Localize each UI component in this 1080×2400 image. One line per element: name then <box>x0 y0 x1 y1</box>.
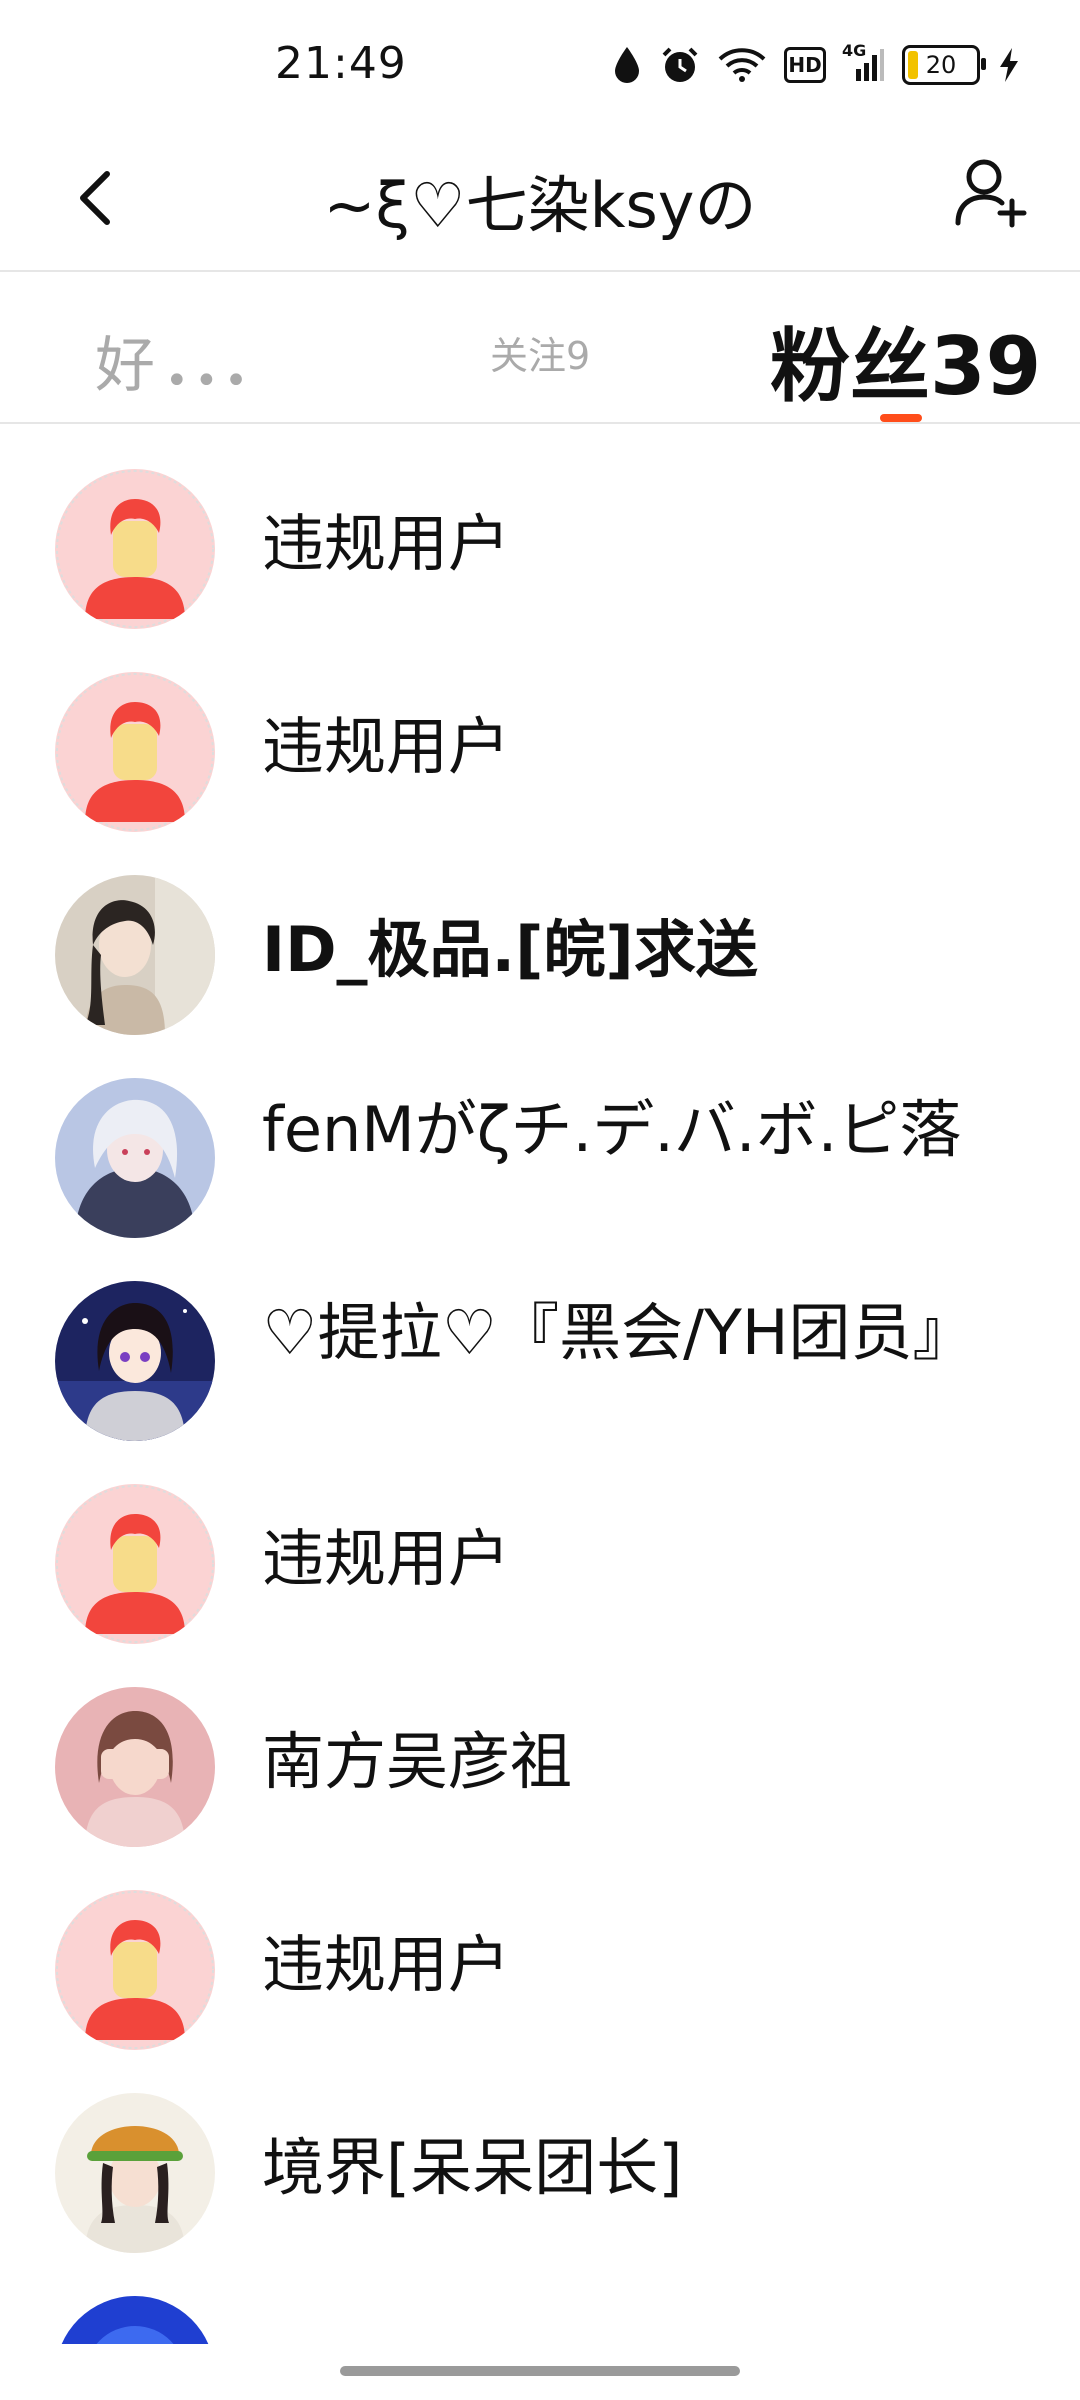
fan-nickname: 违规用户 <box>262 1928 511 2001</box>
fan-list[interactable]: 违规用户 违规用户 ID_极品.[皖]求送 fenMがζチ.デ.バ.ボ.ピ落 ♡… <box>0 424 1080 2344</box>
fan-nickname: 南方吴彦祖 <box>262 1725 573 1798</box>
battery-tip <box>981 58 986 70</box>
signal-icon: 4G <box>842 41 884 83</box>
fan-nickname: fenMがζチ.デ.バ.ボ.ピ落 <box>262 1093 962 1166</box>
water-drop-icon <box>612 45 642 85</box>
avatar[interactable] <box>55 1078 215 1238</box>
list-item[interactable]: 违规用户 <box>0 627 1080 832</box>
tab-active-indicator <box>880 414 922 422</box>
avatar[interactable] <box>55 1687 215 1847</box>
fan-nickname: ♡提拉♡『黑会/YH团员』 <box>262 1296 975 1369</box>
tab-bar: 好 ••• 关注9 粉丝39 <box>0 272 1080 424</box>
fan-nickname: ID_极品.[皖]求送 <box>262 913 758 986</box>
status-time: 21:49 <box>275 38 407 89</box>
list-item[interactable]: ID_极品.[皖]求送 <box>0 830 1080 1035</box>
charging-icon <box>998 47 1020 83</box>
status-bar: 21:49 HD 4G 20 <box>0 0 1080 130</box>
title-bar: ~ξ♡七染ksyの <box>0 130 1080 272</box>
status-icons: HD 4G 20 <box>612 40 1020 90</box>
alarm-icon <box>660 45 700 85</box>
add-user-icon <box>952 155 1028 235</box>
home-indicator[interactable] <box>340 2366 740 2376</box>
list-item[interactable]: 南方吴彦祖 <box>0 1642 1080 1847</box>
battery-level <box>908 51 918 79</box>
avatar[interactable] <box>55 2296 215 2344</box>
list-item[interactable]: fenMがζチ.デ.バ.ボ.ピ落 <box>0 1033 1080 1238</box>
avatar[interactable] <box>55 1890 215 2050</box>
avatar[interactable] <box>55 2093 215 2253</box>
avatar[interactable] <box>55 875 215 1035</box>
list-item[interactable]: ♡提拉♡『黑会/YH团员』 <box>0 1236 1080 1441</box>
list-item[interactable]: 违规用户 <box>0 1845 1080 2050</box>
tab-friends-label: 好 <box>95 331 155 401</box>
chevron-left-icon <box>75 168 115 232</box>
add-friend-button[interactable] <box>945 150 1035 240</box>
fan-nickname: 违规用户 <box>262 1522 511 1595</box>
tab-following-label: 关注9 <box>490 333 591 378</box>
tab-fans-label: 粉丝39 <box>770 320 1042 413</box>
list-item[interactable]: 境界[呆呆团长] <box>0 2048 1080 2253</box>
avatar[interactable] <box>55 469 215 629</box>
list-item[interactable]: 违规用户 <box>0 1439 1080 1644</box>
tab-friends-more: ••• <box>165 358 254 404</box>
hd-icon: HD <box>784 47 826 83</box>
wifi-icon <box>718 47 766 83</box>
battery-icon: 20 <box>902 45 986 85</box>
tab-friends[interactable]: 好 ••• <box>95 317 254 404</box>
back-button[interactable] <box>55 160 135 240</box>
list-item[interactable] <box>0 2251 1080 2344</box>
tab-fans[interactable]: 粉丝39 <box>770 302 1041 418</box>
page-title: ~ξ♡七染ksyの <box>323 169 757 242</box>
network-label: 4G <box>842 41 867 60</box>
tab-following[interactable]: 关注9 <box>490 322 590 382</box>
fan-nickname: 违规用户 <box>262 507 511 580</box>
avatar[interactable] <box>55 1281 215 1441</box>
list-item[interactable]: 违规用户 <box>0 424 1080 629</box>
battery-percent: 20 <box>925 51 957 79</box>
avatar[interactable] <box>55 1484 215 1644</box>
fan-nickname: 违规用户 <box>262 710 511 783</box>
fan-nickname: 境界[呆呆团长] <box>262 2131 683 2204</box>
avatar[interactable] <box>55 672 215 832</box>
